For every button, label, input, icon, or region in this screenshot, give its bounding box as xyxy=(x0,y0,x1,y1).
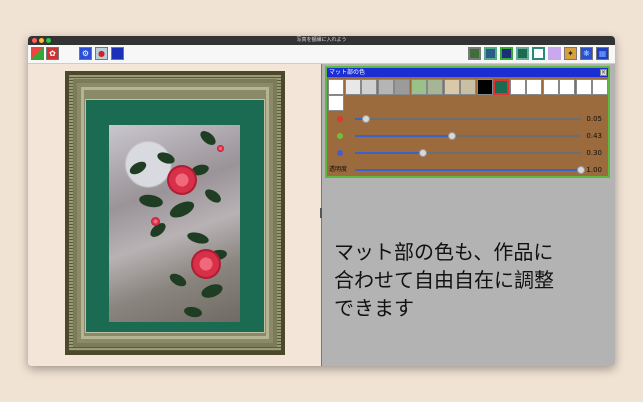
frame-preview-pane xyxy=(28,64,321,366)
caption-text: マット部の色も、作品に 合わせて自由自在に調整 できます xyxy=(334,238,604,322)
frame-teal-icon[interactable] xyxy=(516,47,529,60)
photo-collage-icon[interactable] xyxy=(31,47,44,60)
panel-close-button[interactable]: × xyxy=(600,69,607,76)
slider-row: 0.30 xyxy=(327,148,608,158)
mat-board xyxy=(85,99,265,333)
caption-line: マット部の色も、作品に xyxy=(334,240,554,264)
panel-header: マット部の色 × xyxy=(327,68,608,77)
color-swatch[interactable] xyxy=(493,79,509,95)
mat-color-panel: マット部の色 × 0.05 0.43 0.30 透明度 1.00 xyxy=(325,66,610,178)
frame-blue-icon[interactable] xyxy=(111,47,124,60)
panel-title: マット部の色 xyxy=(329,69,366,76)
slider-value: 0.43 xyxy=(586,132,602,140)
channel-color-icon xyxy=(337,133,343,139)
slider-knob[interactable] xyxy=(418,149,427,157)
slider-track[interactable] xyxy=(355,166,585,174)
frame-outline-icon[interactable] xyxy=(532,47,545,60)
color-swatch[interactable] xyxy=(542,79,559,95)
color-swatch[interactable] xyxy=(427,79,443,95)
slider-value: 0.05 xyxy=(586,115,602,123)
caption-line: 合わせて自由自在に調整 xyxy=(334,268,554,292)
toolbar: ✿ ⚙ ● ✦ ❋ ▦ xyxy=(28,45,615,64)
slider-track[interactable] xyxy=(355,149,581,157)
frame-blue-square-icon[interactable] xyxy=(484,47,497,60)
slider-knob[interactable] xyxy=(362,115,371,123)
slider-track[interactable] xyxy=(355,132,581,140)
slider-label: 透明度 xyxy=(329,166,348,173)
window-title: 写真を額縁に入れよう xyxy=(296,37,347,43)
slider-track[interactable] xyxy=(355,115,581,123)
slider-fill xyxy=(355,169,581,171)
blue-pattern-icon[interactable]: ❋ xyxy=(580,47,593,60)
color-swatch[interactable] xyxy=(328,79,344,95)
slider-fill xyxy=(355,135,453,137)
gear-icon[interactable]: ⚙ xyxy=(79,47,92,60)
camellia-icon[interactable]: ✿ xyxy=(46,47,59,60)
frame-navy-icon[interactable] xyxy=(500,47,513,60)
slider-fill xyxy=(355,152,423,154)
camellia-flower xyxy=(191,249,221,279)
frame-green-icon[interactable] xyxy=(468,47,481,60)
color-swatch[interactable] xyxy=(526,79,542,95)
camellia-bud xyxy=(151,217,160,226)
color-swatch[interactable] xyxy=(575,79,592,95)
color-swatch[interactable] xyxy=(460,79,476,95)
color-swatch[interactable] xyxy=(592,79,608,95)
camellia-bud xyxy=(217,145,224,152)
channel-color-icon xyxy=(337,116,343,122)
slider-value: 0.30 xyxy=(586,149,602,157)
slider-knob[interactable] xyxy=(577,166,585,174)
color-swatch[interactable] xyxy=(476,79,493,95)
color-swatch[interactable] xyxy=(361,79,377,95)
color-swatch[interactable] xyxy=(410,79,427,95)
color-swatch[interactable] xyxy=(394,79,410,95)
caption-line: できます xyxy=(334,296,414,320)
slider-row: 透明度 1.00 xyxy=(327,165,608,175)
slider-value: 1.00 xyxy=(586,166,602,174)
channel-color-icon xyxy=(337,150,343,156)
color-swatch[interactable] xyxy=(559,79,575,95)
slider-row: 0.43 xyxy=(327,131,608,141)
ladybug-jar-icon[interactable]: ● xyxy=(95,47,108,60)
blue-mosaic-icon[interactable]: ▦ xyxy=(596,47,609,60)
color-swatch[interactable] xyxy=(443,79,460,95)
color-swatch[interactable] xyxy=(509,79,526,95)
slider-knob[interactable] xyxy=(448,132,457,140)
color-swatch[interactable] xyxy=(344,79,361,95)
color-swatch[interactable] xyxy=(377,79,394,95)
settings-pane: マット部の色 × 0.05 0.43 0.30 透明度 1.00 マット部の色も、作品に… xyxy=(322,64,615,366)
app-window: 写真を額縁に入れよう ✿ ⚙ ● ✦ ❋ ▦ マット部の色 × 0.05 0.4… xyxy=(28,36,615,366)
star-photo-icon[interactable]: ✦ xyxy=(564,47,577,60)
camellia-flower xyxy=(167,165,197,195)
lavender-swatch-icon[interactable] xyxy=(548,47,561,60)
slider-row: 0.05 xyxy=(327,114,608,124)
camellia-photo xyxy=(109,125,240,322)
title-bar: 写真を額縁に入れよう xyxy=(28,36,615,45)
color-swatch[interactable] xyxy=(328,95,344,111)
